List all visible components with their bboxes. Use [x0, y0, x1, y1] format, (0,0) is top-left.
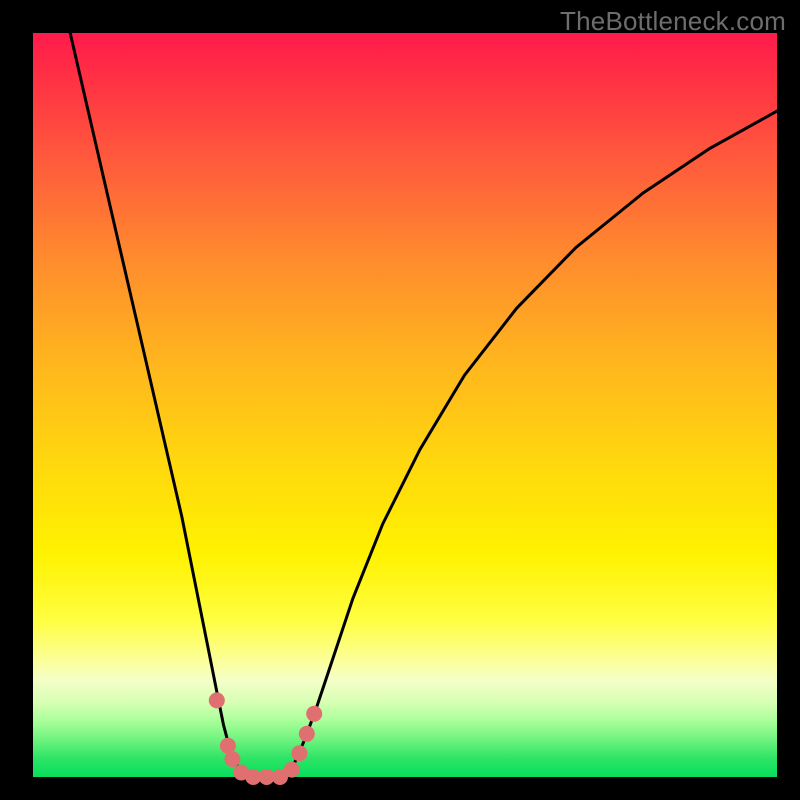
chart-frame: TheBottleneck.com: [0, 0, 800, 800]
marker-group: [209, 692, 322, 785]
bottleneck-curve: [70, 33, 777, 777]
watermark-text: TheBottleneck.com: [560, 6, 786, 37]
chart-svg: [33, 33, 777, 777]
marker-dot: [209, 692, 225, 708]
marker-dot: [284, 762, 300, 778]
marker-dot: [291, 745, 307, 761]
curve-group: [70, 33, 777, 777]
marker-dot: [299, 726, 315, 742]
marker-dot: [224, 751, 240, 767]
marker-dot: [306, 706, 322, 722]
